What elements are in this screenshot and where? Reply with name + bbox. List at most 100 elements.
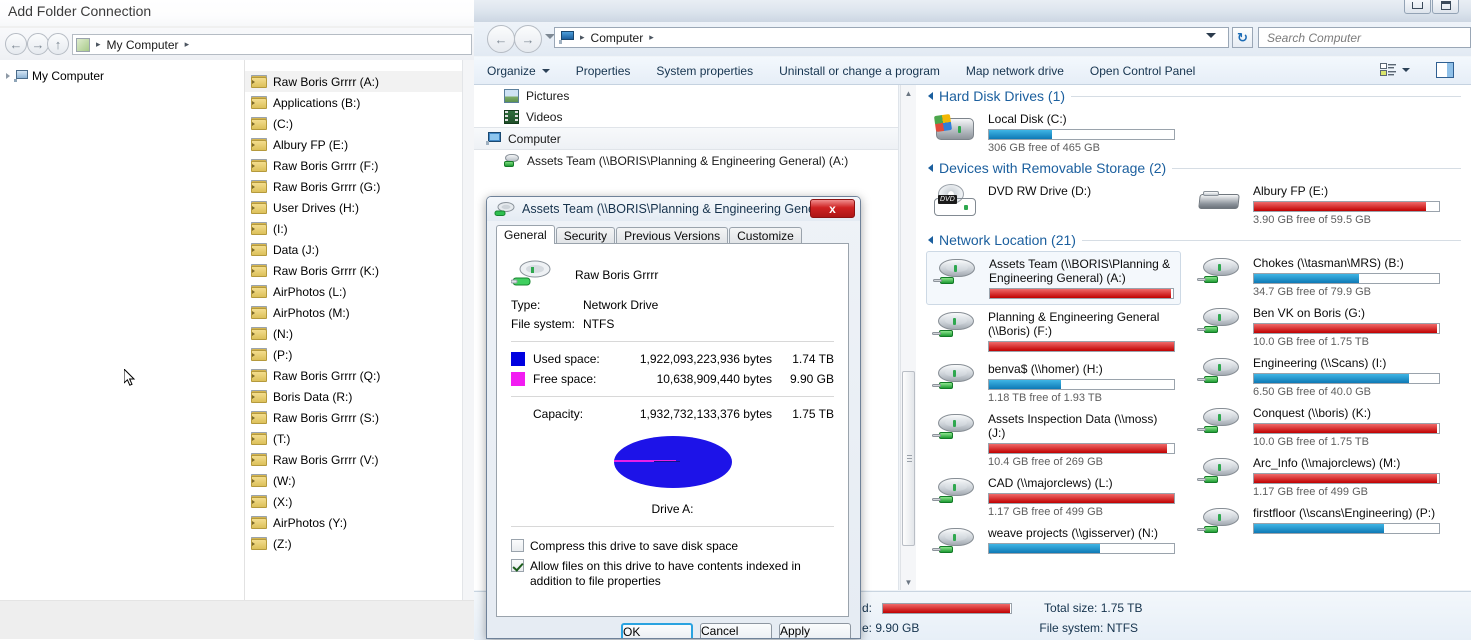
dialog-button[interactable]: Cancel — [700, 623, 772, 638]
drive-list-item[interactable]: (X:) — [245, 491, 462, 512]
section-header[interactable]: Network Location (21) — [916, 229, 1471, 251]
chevron-down-icon[interactable] — [541, 68, 550, 73]
collapse-triangle-icon[interactable] — [928, 164, 933, 172]
drive-tile[interactable]: Arc_Info (\\majorclews) (M:) 1.17 GB free… — [1191, 451, 1446, 501]
drive-list-item[interactable]: AirPhotos (Y:) — [245, 512, 462, 533]
drive-tile[interactable]: Engineering (\\Scans) (I:) 6.50 GB free o… — [1191, 351, 1446, 401]
explorer-toolbar[interactable]: Organize Properties System properties Unins… — [474, 57, 1471, 85]
close-button[interactable]: x — [810, 199, 855, 218]
checkbox[interactable] — [511, 559, 524, 572]
drive-tile[interactable]: benva$ (\\homer) (H:) 1.18 TB free of 1.9… — [926, 357, 1181, 407]
breadcrumb-separator-icon[interactable]: ▸ — [649, 32, 654, 43]
minimize-button[interactable] — [1404, 0, 1431, 14]
drive-list-item[interactable]: (P:) — [245, 344, 462, 365]
drive-tile[interactable]: Chokes (\\tasman\MRS) (B:) 34.7 GB free o… — [1191, 251, 1446, 301]
toolbar-item[interactable]: Organize — [474, 57, 563, 84]
drive-tile[interactable]: Ben VK on Boris (G:) 10.0 GB free of 1.75… — [1191, 301, 1446, 351]
drive-list-item[interactable]: AirPhotos (L:) — [245, 281, 462, 302]
breadcrumb-my-computer[interactable]: My Computer — [107, 38, 179, 52]
explorer-address-bar[interactable]: ▸ Computer ▸ — [554, 27, 1229, 48]
drive-list-item[interactable]: Raw Boris Grrrr (V:) — [245, 449, 462, 470]
back-button[interactable]: ← — [5, 33, 27, 55]
drive-list-item[interactable]: Raw Boris Grrrr (G:) — [245, 176, 462, 197]
explorer-forward-button[interactable]: → — [514, 25, 542, 53]
drive-list-item[interactable]: Raw Boris Grrrr (S:) — [245, 407, 462, 428]
drive-list-scrollbar[interactable] — [462, 60, 474, 600]
dialog-tab[interactable]: Customize — [729, 227, 802, 244]
drive-tile[interactable]: Conquest (\\boris) (K:) 10.0 GB free of 1… — [1191, 401, 1446, 451]
toolbar-item[interactable]: Properties — [563, 57, 644, 84]
dialog-button-row[interactable]: OK Cancel Apply — [496, 623, 851, 638]
drive-tile[interactable]: CAD (\\majorclews) (L:) 1.17 GB free of 4… — [926, 471, 1181, 521]
drive-tile[interactable]: Assets Inspection Data (\\moss) (J:) 10.4… — [926, 407, 1181, 471]
drive-list-item[interactable]: Raw Boris Grrrr (F:) — [245, 155, 462, 176]
dialog-tabs[interactable]: General Security Previous Versions Customiz… — [496, 225, 851, 244]
maximize-button[interactable] — [1432, 0, 1459, 14]
drive-list-item[interactable]: Albury FP (E:) — [245, 134, 462, 155]
dialog-tab[interactable]: Security — [555, 227, 616, 244]
drive-list-item[interactable]: User Drives (H:) — [245, 197, 462, 218]
up-button[interactable]: ↑ — [47, 33, 69, 55]
drive-list-item[interactable]: Raw Boris Grrrr (Q:) — [245, 365, 462, 386]
breadcrumb-computer[interactable]: Computer — [591, 31, 644, 45]
dialog-button[interactable]: Apply — [779, 623, 851, 638]
preview-pane-icon[interactable] — [1436, 62, 1454, 78]
drive-list-item[interactable]: AirPhotos (M:) — [245, 302, 462, 323]
scroll-down-arrow-icon[interactable]: ▼ — [901, 574, 916, 590]
drive-tile[interactable]: Planning & Engineering General (\\Boris)… — [926, 305, 1181, 357]
dialog-checkbox-list[interactable]: Compress this drive to save disk space Al… — [511, 539, 834, 589]
dialog-checkbox-row[interactable]: Allow files on this drive to have conten… — [511, 559, 834, 589]
breadcrumb-separator-icon[interactable]: ▸ — [185, 39, 190, 50]
nav-pane-item[interactable]: Videos — [474, 106, 898, 127]
nav-pane-item[interactable]: Pictures — [474, 85, 898, 106]
drive-tile[interactable]: Local Disk (C:) 306 GB free of 465 GB — [926, 107, 1181, 157]
dialog-tab[interactable]: Previous Versions — [616, 227, 729, 244]
drive-list-item[interactable]: Raw Boris Grrrr (K:) — [245, 260, 462, 281]
section-header[interactable]: Hard Disk Drives (1) — [916, 85, 1471, 107]
drive-list-item[interactable]: (C:) — [245, 113, 462, 134]
drive-list[interactable]: Raw Boris Grrrr (A:) Applications (B:) (C:… — [245, 60, 462, 600]
scroll-up-arrow-icon[interactable]: ▲ — [901, 85, 916, 101]
drive-list-item[interactable]: (T:) — [245, 428, 462, 449]
toolbar-item[interactable]: Map network drive — [953, 57, 1077, 84]
forward-button[interactable]: → — [27, 33, 49, 55]
drive-list-item[interactable]: Boris Data (R:) — [245, 386, 462, 407]
search-input[interactable]: Search Computer — [1258, 27, 1471, 48]
drive-tile[interactable]: firstfloor (\\scans\Engineering) (P:) — [1191, 501, 1446, 547]
drive-list-item[interactable]: (I:) — [245, 218, 462, 239]
drive-tile[interactable]: Albury FP (E:) 3.90 GB free of 59.5 GB — [1191, 179, 1446, 229]
scrollbar-thumb[interactable] — [902, 371, 915, 546]
collapse-triangle-icon[interactable] — [928, 92, 933, 100]
address-bar[interactable]: ▸ My Computer ▸ — [72, 34, 472, 55]
toolbar-item[interactable]: Uninstall or change a program — [766, 57, 953, 84]
drive-list-item[interactable]: Data (J:) — [245, 239, 462, 260]
refresh-button[interactable]: ↻ — [1232, 27, 1253, 48]
section-header[interactable]: Devices with Removable Storage (2) — [916, 157, 1471, 179]
expand-triangle-icon[interactable] — [6, 73, 10, 79]
nav-pane-header[interactable]: Computer — [474, 127, 898, 150]
collapse-triangle-icon[interactable] — [928, 236, 933, 244]
drive-tile[interactable]: DVD DVD RW Drive (D:) — [926, 179, 1181, 229]
drive-list-item[interactable]: (N:) — [245, 323, 462, 344]
toolbar-item[interactable]: System properties — [643, 57, 766, 84]
drive-list-item[interactable]: (Z:) — [245, 533, 462, 554]
checkbox[interactable] — [511, 539, 524, 552]
explorer-back-button[interactable]: ← — [487, 25, 515, 53]
drive-list-item[interactable]: (W:) — [245, 470, 462, 491]
dialog-button[interactable]: OK — [621, 623, 693, 638]
drive-list-item[interactable]: Raw Boris Grrrr (A:) — [245, 71, 462, 92]
navigation-pane-scrollbar[interactable]: ▲ ▼ — [900, 85, 916, 590]
change-view-caret-icon[interactable] — [1402, 68, 1410, 72]
drive-tile[interactable]: weave projects (\\gisserver) (N:) — [926, 521, 1181, 567]
drive-list-item[interactable]: Applications (B:) — [245, 92, 462, 113]
tree-item-my-computer[interactable]: My Computer — [6, 67, 104, 85]
address-dropdown-icon[interactable] — [1206, 33, 1216, 38]
toolbar-item[interactable]: Open Control Panel — [1077, 57, 1208, 84]
dialog-checkbox-row[interactable]: Compress this drive to save disk space — [511, 539, 834, 554]
forward-arrow-icon: → — [31, 36, 45, 52]
refresh-icon: ↻ — [1237, 29, 1248, 45]
dialog-tab[interactable]: General — [496, 225, 555, 244]
change-view-icon[interactable] — [1380, 63, 1396, 77]
nav-pane-item[interactable]: Assets Team (\\BORIS\Planning & Engineer… — [474, 150, 898, 171]
drive-tile[interactable]: Assets Team (\\BORIS\Planning & Engineer… — [926, 251, 1181, 305]
